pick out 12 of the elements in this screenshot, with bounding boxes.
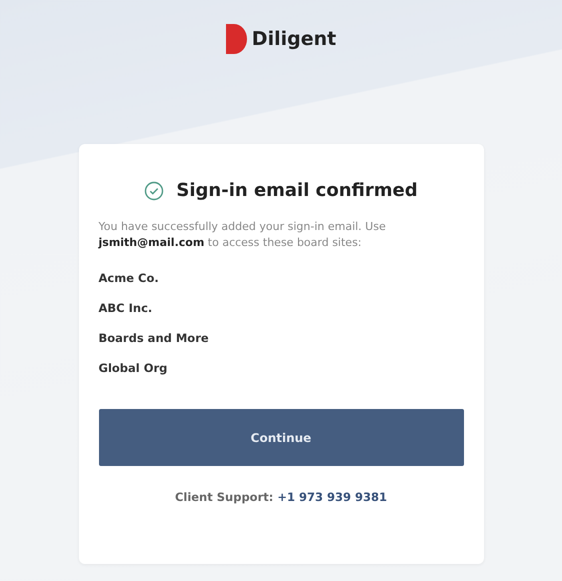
site-name: ABC Inc. [98, 301, 152, 315]
support-label: Client Support: [174, 490, 274, 504]
support-phone-link[interactable]: +1 973 939 9381 [277, 490, 388, 504]
card-title: Sign-in email confirmed [176, 180, 418, 201]
continue-button[interactable]: Continue [98, 409, 464, 466]
site-name: Global Org [98, 361, 168, 375]
brand-name: Diligent [252, 28, 336, 50]
site-name: Boards and More [98, 331, 209, 345]
logo-icon [226, 24, 248, 54]
message-text: You have successfully added your sign-in email. Use jsmith@mail.com to access these board sites: [98, 219, 387, 251]
check-circle-icon [144, 180, 164, 200]
site-name: Acme Co. [98, 271, 159, 285]
